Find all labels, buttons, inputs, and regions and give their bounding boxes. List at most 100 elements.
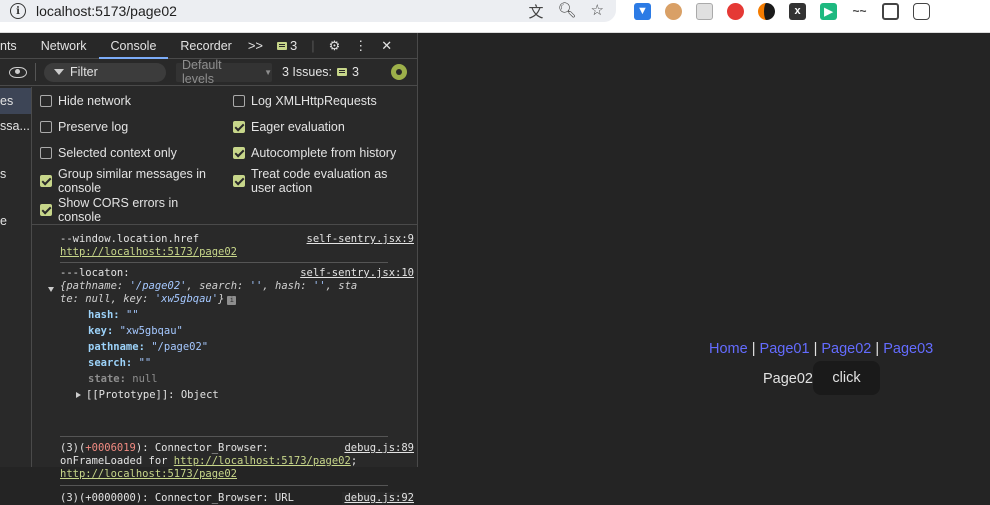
option-label-line2: console	[58, 181, 102, 195]
console-sidebar: es ssa... s e	[0, 87, 32, 467]
extension-video-icon[interactable]: ▶	[820, 2, 837, 20]
log-xhr-option[interactable]: Log XMLHttpRequests	[233, 94, 377, 108]
option-label-line1: Show CORS errors in	[58, 196, 179, 210]
hide-network-option[interactable]: Hide network	[40, 94, 131, 108]
sidebar-item-verbose[interactable]: e	[0, 214, 7, 228]
sidebar-item-user-messages[interactable]: ssa...	[0, 119, 30, 133]
eager-evaluation-option[interactable]: Eager evaluation	[233, 120, 345, 134]
option-label: Log XMLHttpRequests	[251, 94, 377, 108]
show-cors-checkbox[interactable]	[40, 204, 52, 216]
info-icon[interactable]: i	[227, 296, 237, 305]
divider	[60, 436, 388, 437]
prop-key: key:	[88, 325, 114, 337]
object-preview[interactable]: {pathname: '/page02', search: '', hash: …	[48, 280, 404, 306]
option-label-line2: console	[58, 210, 102, 224]
group-similar-option[interactable]: Group similar messages in console	[40, 167, 206, 195]
message-prefix: (3)(	[60, 442, 86, 454]
log-xhr-checkbox[interactable]	[233, 95, 245, 107]
prop-value: ""	[125, 309, 139, 321]
url-link[interactable]: http://localhost:5173/page02	[60, 246, 237, 258]
selected-context-option[interactable]: Selected context only	[40, 146, 177, 160]
option-label: Selected context only	[58, 146, 177, 160]
source-link[interactable]: self-sentry.jsx:9	[307, 233, 414, 246]
devtools-tab-bar: nts Network Console Recorder >> 3 | ⚙ ⋮ …	[0, 33, 417, 59]
extension-document-icon[interactable]	[696, 2, 713, 20]
sidebar-item-errors[interactable]: s	[0, 167, 6, 181]
nav-separator: |	[813, 341, 818, 357]
extension-firefox-icon[interactable]	[758, 2, 775, 20]
sidebar-item-messages[interactable]: es	[0, 88, 31, 114]
obj-key: te: null, key:	[60, 293, 149, 305]
url-text[interactable]: localhost:5173/page02	[36, 3, 177, 19]
extension-tomato-icon[interactable]	[727, 2, 744, 20]
extension-screen-icon[interactable]	[882, 2, 899, 20]
treat-code-checkbox[interactable]	[233, 175, 245, 187]
treat-code-option[interactable]: Treat code evaluation as user action	[233, 167, 387, 195]
console-filter-input[interactable]: Filter	[44, 62, 166, 82]
option-label-line1: Group similar messages in	[58, 167, 206, 181]
preserve-log-checkbox[interactable]	[40, 121, 52, 133]
group-similar-checkbox[interactable]	[40, 175, 52, 187]
nav-link-page03[interactable]: Page03	[883, 341, 933, 357]
extension-x-icon[interactable]: x	[789, 2, 806, 20]
selected-context-checkbox[interactable]	[40, 147, 52, 159]
option-label-line1: Treat code evaluation as	[251, 167, 388, 181]
url-link[interactable]: http://localhost:5173/page02	[174, 455, 351, 467]
translate-icon[interactable]: 文	[528, 1, 543, 22]
bookmark-star-icon[interactable]: ☆	[591, 1, 604, 22]
eager-evaluation-checkbox[interactable]	[233, 121, 245, 133]
obj-value: 'xw5gbqau'	[154, 293, 219, 305]
brace: }	[218, 293, 225, 305]
filter-placeholder: Filter	[70, 65, 98, 79]
url-link[interactable]: http://localhost:5173/page02	[60, 468, 237, 480]
source-link[interactable]: self-sentry.jsx:10	[300, 267, 414, 280]
kebab-menu-icon[interactable]: ⋮	[354, 38, 367, 54]
extension-vue-icon[interactable]: ▼	[634, 2, 651, 20]
expand-triangle-icon[interactable]	[76, 392, 81, 398]
extensions-puzzle-icon[interactable]	[913, 2, 930, 20]
extension-wave-icon[interactable]: ~~	[851, 3, 868, 20]
issues-badge[interactable]: 3	[277, 38, 297, 53]
source-link[interactable]: debug.js:92	[342, 492, 414, 505]
click-button[interactable]: click	[813, 361, 880, 395]
obj-key: , hash:	[262, 280, 307, 292]
browser-toolbar: i localhost:5173/page02 文 🔍︎ ☆ ▼ x ▶ ~~	[0, 0, 990, 33]
option-label: Group similar messages in console	[58, 167, 206, 195]
close-devtools-icon[interactable]: ✕	[381, 38, 392, 54]
devtools-panel: nts Network Console Recorder >> 3 | ⚙ ⋮ …	[0, 33, 418, 505]
issues-counter[interactable]: 3 Issues: 3	[282, 65, 359, 79]
obj-value: ''	[312, 280, 326, 292]
prototype-row[interactable]: [[Prototype]]: Object	[76, 387, 416, 403]
console-settings-pane: Hide network Preserve log Selected conte…	[32, 87, 418, 225]
extension-avatar-icon[interactable]	[665, 2, 682, 20]
zoom-icon[interactable]: 🔍︎	[558, 1, 577, 22]
nav-link-home[interactable]: Home	[709, 341, 748, 357]
console-message: --window.location.href self-sentry.jsx:9…	[60, 233, 416, 259]
preserve-log-option[interactable]: Preserve log	[40, 120, 128, 134]
nav-link-page02[interactable]: Page02	[821, 341, 871, 357]
console-message: (3)(+0006019): Connector_Browser: debug.…	[60, 442, 416, 481]
nav-link-page01[interactable]: Page01	[760, 341, 810, 357]
expand-triangle-icon[interactable]	[48, 287, 54, 292]
console-settings-gear-icon[interactable]	[391, 64, 407, 80]
tab-console[interactable]: Console	[98, 33, 169, 59]
live-expression-eye-icon[interactable]	[9, 66, 27, 78]
source-link[interactable]: debug.js:89	[344, 442, 414, 455]
address-bar[interactable]: i localhost:5173/page02 文 🔍︎ ☆	[0, 0, 616, 22]
settings-gear-icon[interactable]: ⚙	[329, 38, 341, 54]
autocomplete-option[interactable]: Autocomplete from history	[233, 146, 396, 160]
tab-elements[interactable]: nts	[0, 33, 29, 59]
prop-key: pathname:	[88, 341, 145, 353]
tab-network[interactable]: Network	[29, 33, 99, 59]
obj-value: ''	[249, 280, 263, 292]
log-levels-dropdown[interactable]: Default levels ▼	[176, 58, 272, 86]
site-info-icon[interactable]: i	[10, 3, 26, 19]
prop-value: "/page02"	[151, 341, 209, 353]
tab-recorder[interactable]: Recorder	[168, 33, 243, 59]
console-output: --window.location.href self-sentry.jsx:9…	[32, 225, 418, 505]
option-label: Autocomplete from history	[251, 146, 397, 160]
more-tabs-icon[interactable]: >>	[248, 38, 263, 53]
show-cors-option[interactable]: Show CORS errors in console	[40, 196, 178, 224]
hide-network-checkbox[interactable]	[40, 95, 52, 107]
autocomplete-checkbox[interactable]	[233, 147, 245, 159]
